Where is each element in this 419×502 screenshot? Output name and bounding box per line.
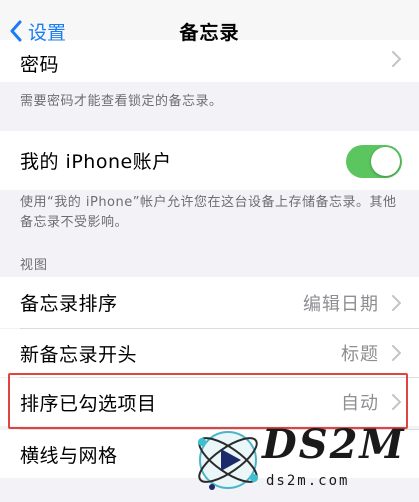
iphone-account-row: 我的 iPhone账户 (0, 131, 419, 190)
chevron-right-icon (392, 294, 401, 311)
watermark-brand: DS2M (262, 421, 406, 468)
chevron-right-icon (392, 51, 401, 67)
row-value: 编辑日期 (303, 293, 379, 315)
row-label: 新备忘录开头 (20, 343, 138, 366)
watermark-url: ds2m.com (266, 473, 350, 489)
page-title-overlay: 备忘录 (179, 22, 240, 44)
chevron-right-icon (392, 345, 401, 361)
password-footnote: 需要密码才能查看锁定的备忘录。 (20, 94, 223, 109)
password-label: 密码 (20, 54, 60, 76)
row-value: 标题 (341, 344, 379, 365)
iphone-account-toggle[interactable] (346, 145, 402, 178)
watermark: DS2M ds2m.com (188, 415, 404, 500)
view-section-header: 视图 (20, 258, 49, 273)
iphone-account-label: 我的 iPhone账户 (20, 151, 172, 173)
watermark-logo-icon (198, 431, 258, 490)
sort-notes-row[interactable]: 备忘录排序 编辑日期 (0, 277, 419, 328)
password-row[interactable]: 密码 (0, 40, 419, 82)
row-label: 备忘录排序 (20, 293, 118, 315)
row-label: 横线与网格 (20, 444, 118, 467)
iphone-footnote: 使用“我的 iPhone”帐户允许您在这台设备上存储备忘录。其他备忘录不受影响。 (20, 195, 397, 230)
toggle-knob (371, 147, 400, 176)
new-note-start-row[interactable]: 新备忘录开头 标题 (0, 329, 419, 377)
